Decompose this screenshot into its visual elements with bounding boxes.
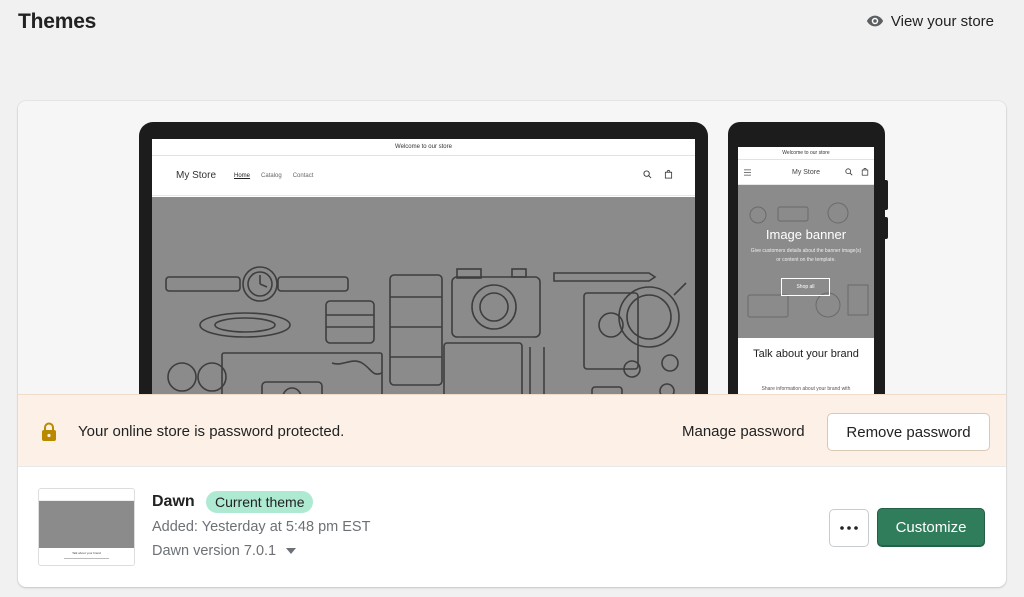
password-message: Your online store is password protected. [78, 423, 345, 440]
mobile-hero-banner: Image banner Give customers details abou… [738, 185, 874, 338]
storefront-header: My Store Home Catalog Contact [152, 156, 695, 196]
view-store-label: View your store [890, 12, 994, 30]
mobile-section-title: Talk about your brand [753, 348, 859, 360]
mobile-banner-subtitle: Give customers details about the banner … [750, 248, 862, 263]
store-name: My Store [176, 170, 217, 181]
theme-preview: Welcome to our store My Store Home Catal… [18, 101, 1006, 394]
announcement-bar: Welcome to our store [152, 139, 695, 156]
storefront-nav: Home Catalog Contact [234, 173, 313, 179]
nav-catalog: Catalog [261, 172, 282, 179]
theme-added-date: Added: Yesterday at 5:48 pm EST [152, 519, 371, 535]
manage-password-button[interactable]: Manage password [682, 423, 805, 440]
mobile-preview-screen: Welcome to our store My Store Image bann… [738, 147, 874, 394]
nav-contact: Contact [292, 172, 314, 179]
nav-home: Home [234, 172, 251, 179]
customize-button[interactable]: Customize [877, 508, 985, 547]
mobile-preview-frame: Welcome to our store My Store Image bann… [728, 122, 888, 394]
hero-banner-image [152, 197, 695, 394]
desktop-preview-frame: Welcome to our store My Store Home Catal… [139, 122, 708, 394]
theme-version-dropdown[interactable]: Dawn version 7.0.1 [152, 543, 297, 559]
search-icon [643, 170, 652, 179]
mobile-announcement-bar: Welcome to our store [738, 147, 874, 160]
theme-thumbnail-text: Talk about your brand [72, 551, 101, 555]
eye-icon [866, 15, 883, 27]
menu-icon [744, 169, 751, 176]
more-actions-button[interactable] [829, 509, 869, 547]
current-theme-badge: Current theme [206, 491, 314, 513]
theme-thumbnail: Talk about your brand [38, 488, 135, 566]
mobile-storefront-header: My Store [738, 160, 874, 185]
cart-icon [664, 170, 673, 179]
caret-down-icon [286, 548, 297, 554]
more-horizontal-icon [840, 526, 858, 530]
remove-password-button[interactable]: Remove password [827, 413, 990, 451]
password-protected-banner: Your online store is password protected.… [18, 394, 1006, 467]
desktop-preview-screen: Welcome to our store My Store Home Catal… [152, 139, 695, 394]
mobile-section-text: Share information about your brand with [761, 386, 851, 392]
theme-card: Welcome to our store My Store Home Catal… [18, 101, 1006, 587]
theme-version-label: Dawn version 7.0.1 [152, 543, 277, 559]
page-title: Themes [18, 10, 97, 33]
view-store-link[interactable]: View your store [866, 12, 994, 30]
search-icon [845, 168, 853, 176]
theme-name: Dawn [152, 493, 195, 510]
mobile-banner-title: Image banner [765, 227, 847, 242]
mobile-shop-all-button: Shop all [781, 278, 830, 296]
mobile-store-name: My Store [791, 168, 820, 176]
cart-icon [861, 168, 869, 176]
lock-icon [42, 422, 56, 441]
